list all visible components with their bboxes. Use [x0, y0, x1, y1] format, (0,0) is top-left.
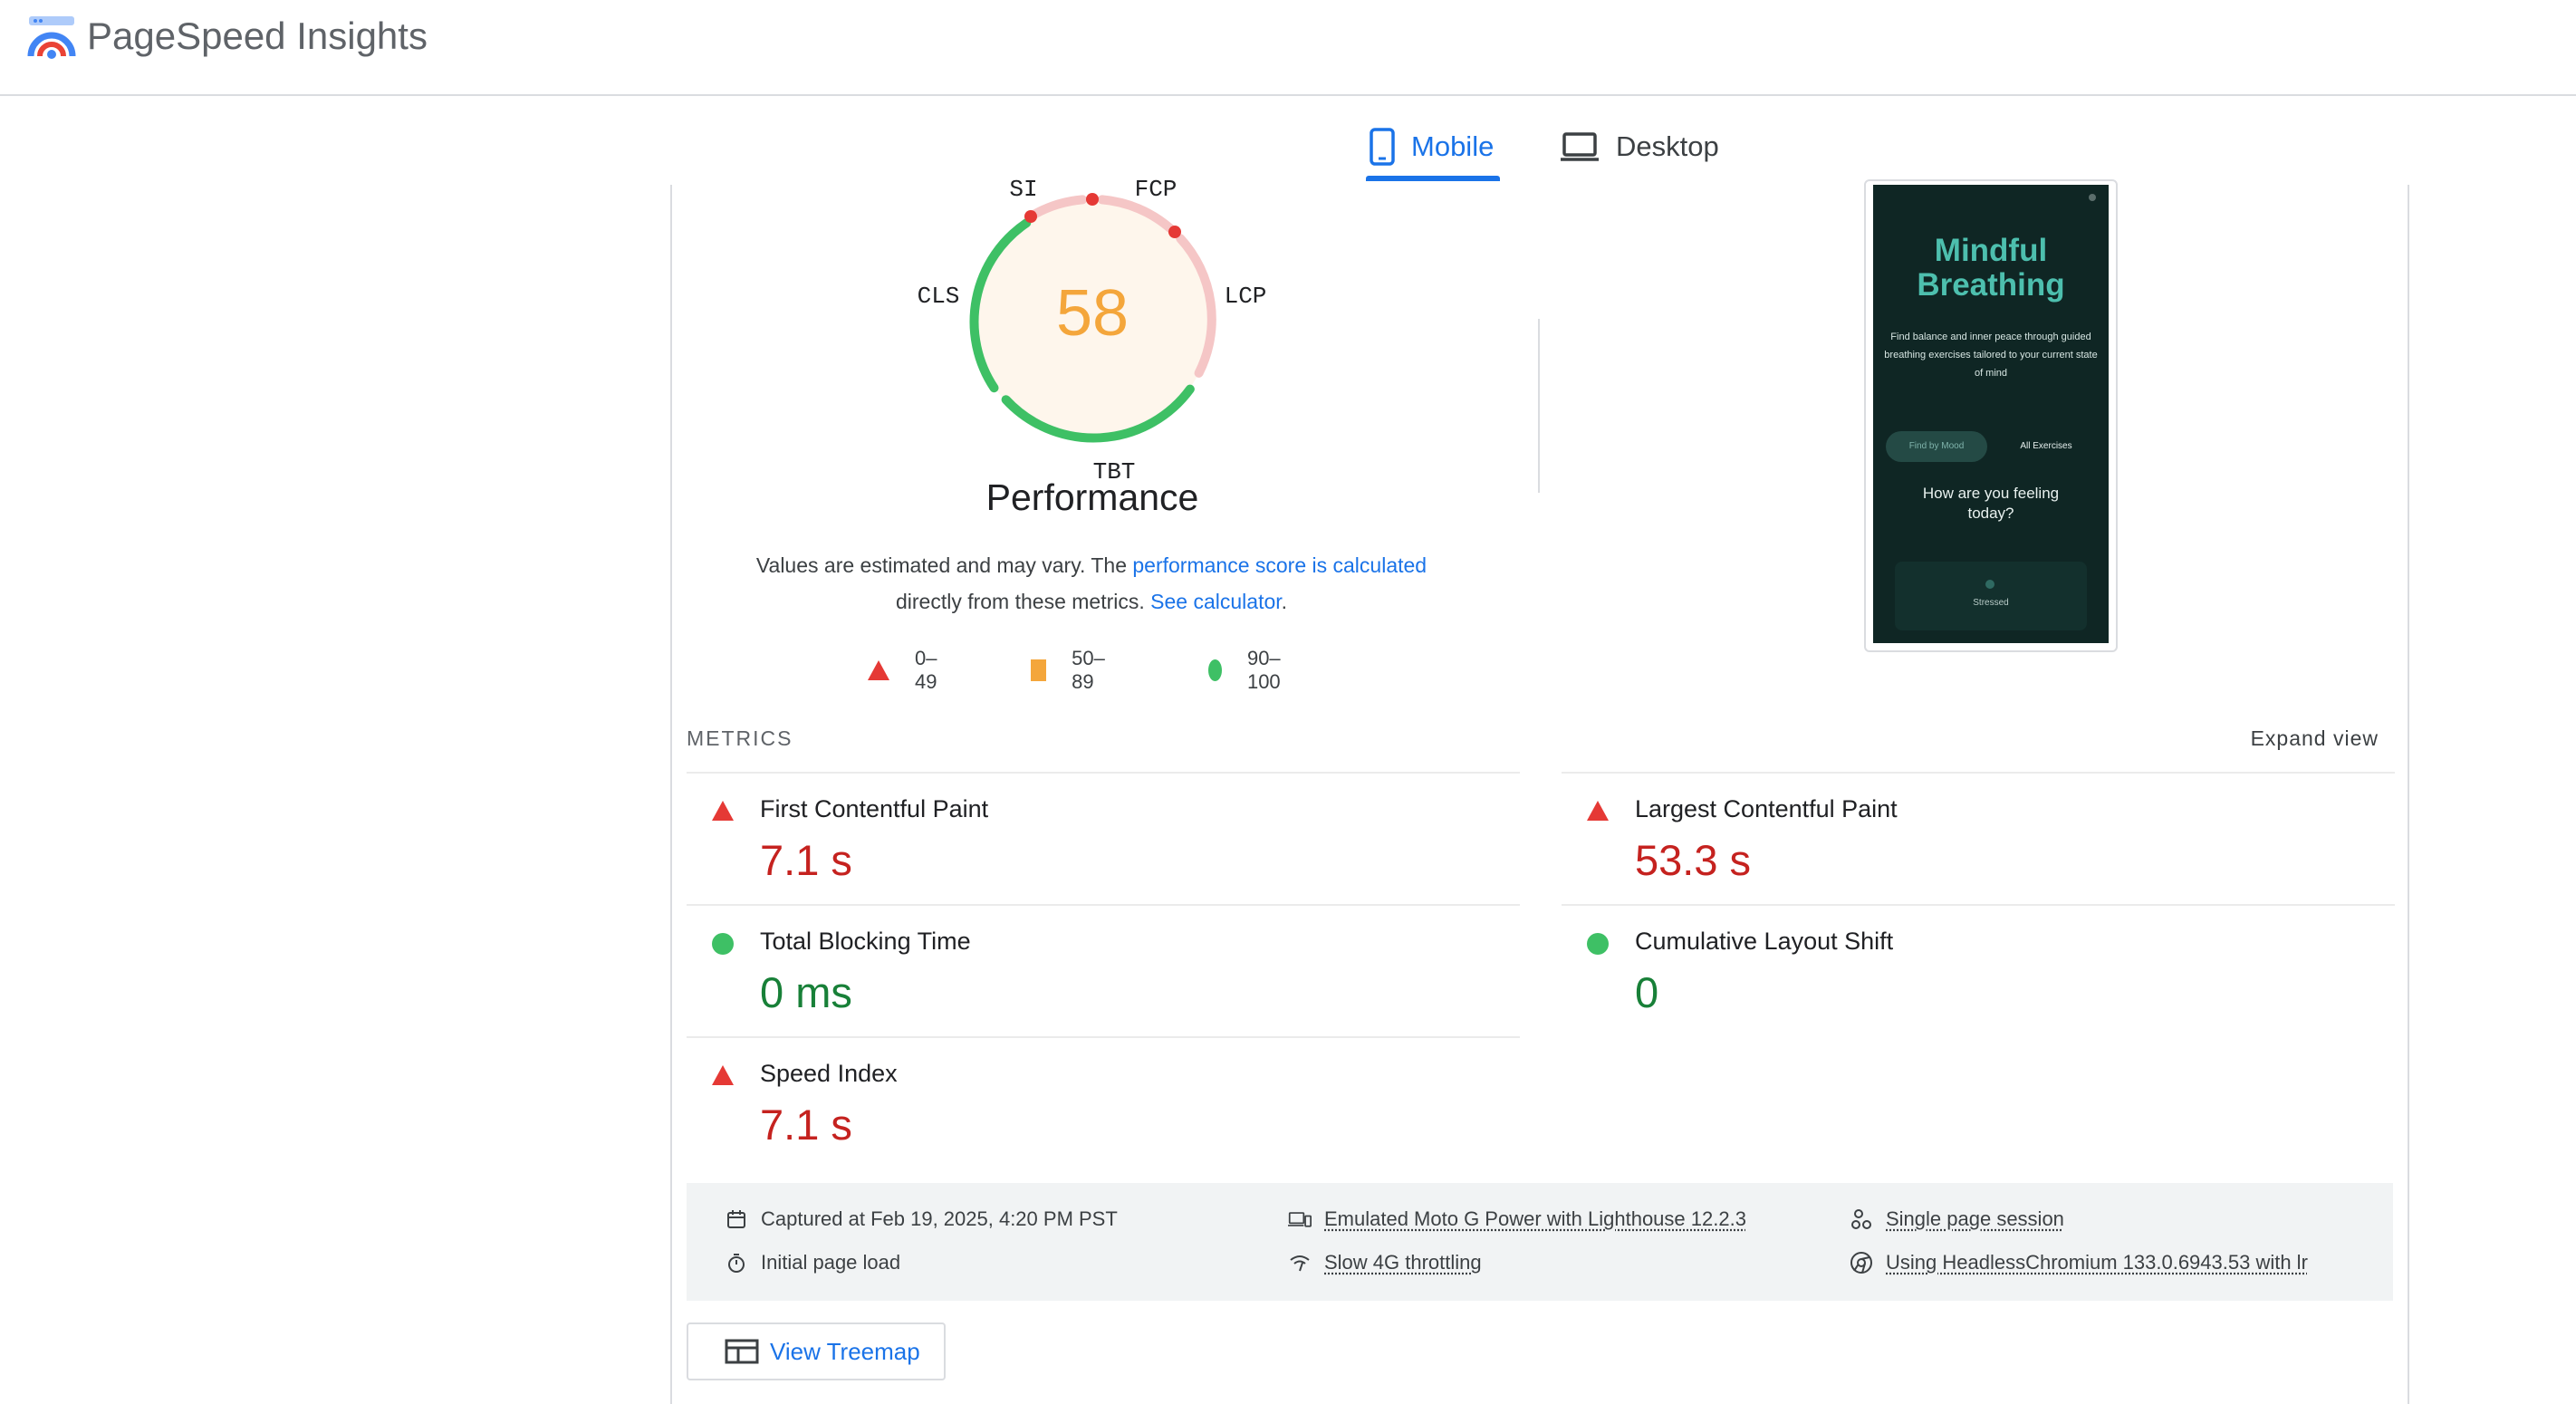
legend-label: 50–89 [1072, 647, 1105, 693]
legend-label: 90–100 [1246, 647, 1281, 693]
screenshot-question: How are you feeling today? [1922, 485, 2060, 522]
metric-value: 0 [1635, 968, 1659, 1016]
content-border-left [670, 185, 672, 1404]
screenshot-title: Mindful Breathing [1873, 234, 2109, 303]
metric-name: First Contentful Paint [760, 795, 989, 822]
metric-fcp: First Contentful Paint 7.1 s [687, 772, 1520, 906]
metric-value: 53.3 s [1635, 836, 1752, 884]
legend-label: 0–49 [915, 647, 937, 693]
chrome-icon [1850, 1251, 1873, 1274]
calendar-icon [725, 1207, 748, 1231]
throttling[interactable]: Slow 4G throttling [1288, 1248, 1482, 1277]
devices-icon [1288, 1207, 1312, 1231]
metric-name: Largest Contentful Paint [1635, 795, 1898, 822]
screenshot-pill-mood: Find by Mood [1886, 431, 1987, 462]
gauge-marker-si [1024, 210, 1037, 223]
metrics-heading: METRICS [687, 726, 793, 750]
single-page-session[interactable]: Single page session [1850, 1205, 2064, 1234]
metric-name: Speed Index [760, 1060, 898, 1087]
top-app-bar: PageSpeed Insights [0, 0, 2576, 96]
gauge-label-si: SI [1009, 178, 1037, 203]
session-text: Single page session [1886, 1207, 2064, 1230]
metric-cls: Cumulative Layout Shift 0 [1562, 904, 2395, 1038]
tab-desktop-label: Desktop [1616, 130, 1719, 162]
session-icon [1850, 1207, 1873, 1231]
laptop-icon [1561, 132, 1599, 161]
mood-card-label: Stressed [1973, 598, 2009, 608]
active-tab-indicator [1366, 176, 1500, 181]
gauge-label-fcp: FCP [1135, 178, 1177, 203]
triangle-icon [712, 801, 734, 821]
metric-lcp: Largest Contentful Paint 53.3 s [1562, 772, 2395, 906]
see-calculator-link[interactable]: See calculator [1150, 590, 1281, 613]
screenshot-title-line2: Breathing [1917, 267, 2065, 303]
tab-mobile[interactable]: Mobile [1359, 109, 1500, 185]
tab-desktop[interactable]: Desktop [1560, 109, 1732, 185]
view-treemap-button[interactable]: View Treemap [687, 1322, 946, 1380]
browser-text: Using HeadlessChromium 133.0.6943.53 wit… [1886, 1251, 2308, 1274]
performance-score: 58 [1056, 277, 1129, 350]
gauge-label-lcp: LCP [1225, 283, 1267, 310]
circle-icon [712, 933, 734, 955]
screenshot-title-line1: Mindful [1934, 233, 2048, 268]
view-treemap-label: View Treemap [770, 1337, 920, 1365]
metric-value: 7.1 s [760, 1101, 852, 1149]
metric-name: Total Blocking Time [760, 928, 971, 955]
captured-at: Captured at Feb 19, 2025, 4:20 PM PST [725, 1205, 1118, 1234]
circle-icon [1208, 659, 1222, 681]
metric-value: 7.1 s [760, 836, 852, 884]
runtime-settings: Captured at Feb 19, 2025, 4:20 PM PST In… [687, 1183, 2393, 1301]
metric-si: Speed Index 7.1 s [687, 1036, 1520, 1170]
browser-version[interactable]: Using HeadlessChromium 133.0.6943.53 wit… [1850, 1248, 2308, 1277]
triangle-icon [712, 1065, 734, 1085]
screenshot-thumbnail: Mindful Breathing Find balance and inner… [1873, 185, 2109, 643]
initial-page-load: Initial page load [725, 1248, 900, 1277]
screenshot-mood-card: Stressed [1895, 562, 2087, 630]
note-suffix: . [1281, 590, 1288, 613]
gauge-label-cls: CLS [918, 283, 960, 310]
metric-value: 0 ms [760, 968, 852, 1016]
treemap-icon [725, 1339, 759, 1364]
score-note: Values are estimated and may vary. The p… [706, 547, 1476, 620]
throttling-text: Slow 4G throttling [1324, 1251, 1482, 1274]
screenshot-pill-exercises: All Exercises [2020, 441, 2072, 451]
signal-icon [1288, 1251, 1312, 1274]
gauge-marker-fcp [1086, 193, 1099, 206]
triangle-icon [1587, 801, 1609, 821]
score-calculated-link[interactable]: performance score is calculated [1132, 553, 1427, 577]
content-border-right [2408, 185, 2409, 1404]
device-text: Emulated Moto G Power with Lighthouse 12… [1324, 1207, 1746, 1230]
performance-gauge: 58 SI FCP LCP CLS TBT [918, 178, 1267, 486]
gauge-marker-lcp [1168, 226, 1181, 238]
menu-dot-icon [2089, 194, 2096, 201]
app-title[interactable]: PageSpeed Insights [87, 11, 428, 62]
timer-icon [725, 1251, 748, 1274]
triangle-icon [868, 660, 889, 680]
note-prefix: Values are estimated and may vary. The [755, 553, 1133, 577]
square-icon [1031, 659, 1047, 681]
expand-view-button[interactable]: Expand view [2251, 726, 2379, 751]
note-middle: directly from these metrics. [895, 590, 1151, 613]
circle-icon [1587, 933, 1609, 955]
initial-load-text: Initial page load [761, 1251, 901, 1274]
mood-icon [1985, 580, 1994, 589]
captured-text: Captured at Feb 19, 2025, 4:20 PM PST [761, 1207, 1118, 1230]
emulated-device[interactable]: Emulated Moto G Power with Lighthouse 12… [1288, 1205, 1746, 1234]
metric-tbt: Total Blocking Time 0 ms [687, 904, 1520, 1038]
section-divider [1538, 319, 1540, 493]
screenshot-subtitle: Find balance and inner peace through gui… [1884, 332, 2098, 379]
performance-title: Performance [985, 476, 1199, 518]
legend-item-average: 50–89 [1031, 647, 1111, 693]
metric-name: Cumulative Layout Shift [1635, 928, 1894, 955]
legend-item-poor: 0–49 [868, 647, 937, 693]
legend-item-good: 90–100 [1208, 647, 1289, 693]
phone-icon [1370, 128, 1395, 166]
pagespeed-logo-icon[interactable] [27, 14, 76, 60]
final-screenshot[interactable]: Mindful Breathing Find balance and inner… [1864, 179, 2118, 652]
tab-mobile-label: Mobile [1411, 130, 1495, 162]
